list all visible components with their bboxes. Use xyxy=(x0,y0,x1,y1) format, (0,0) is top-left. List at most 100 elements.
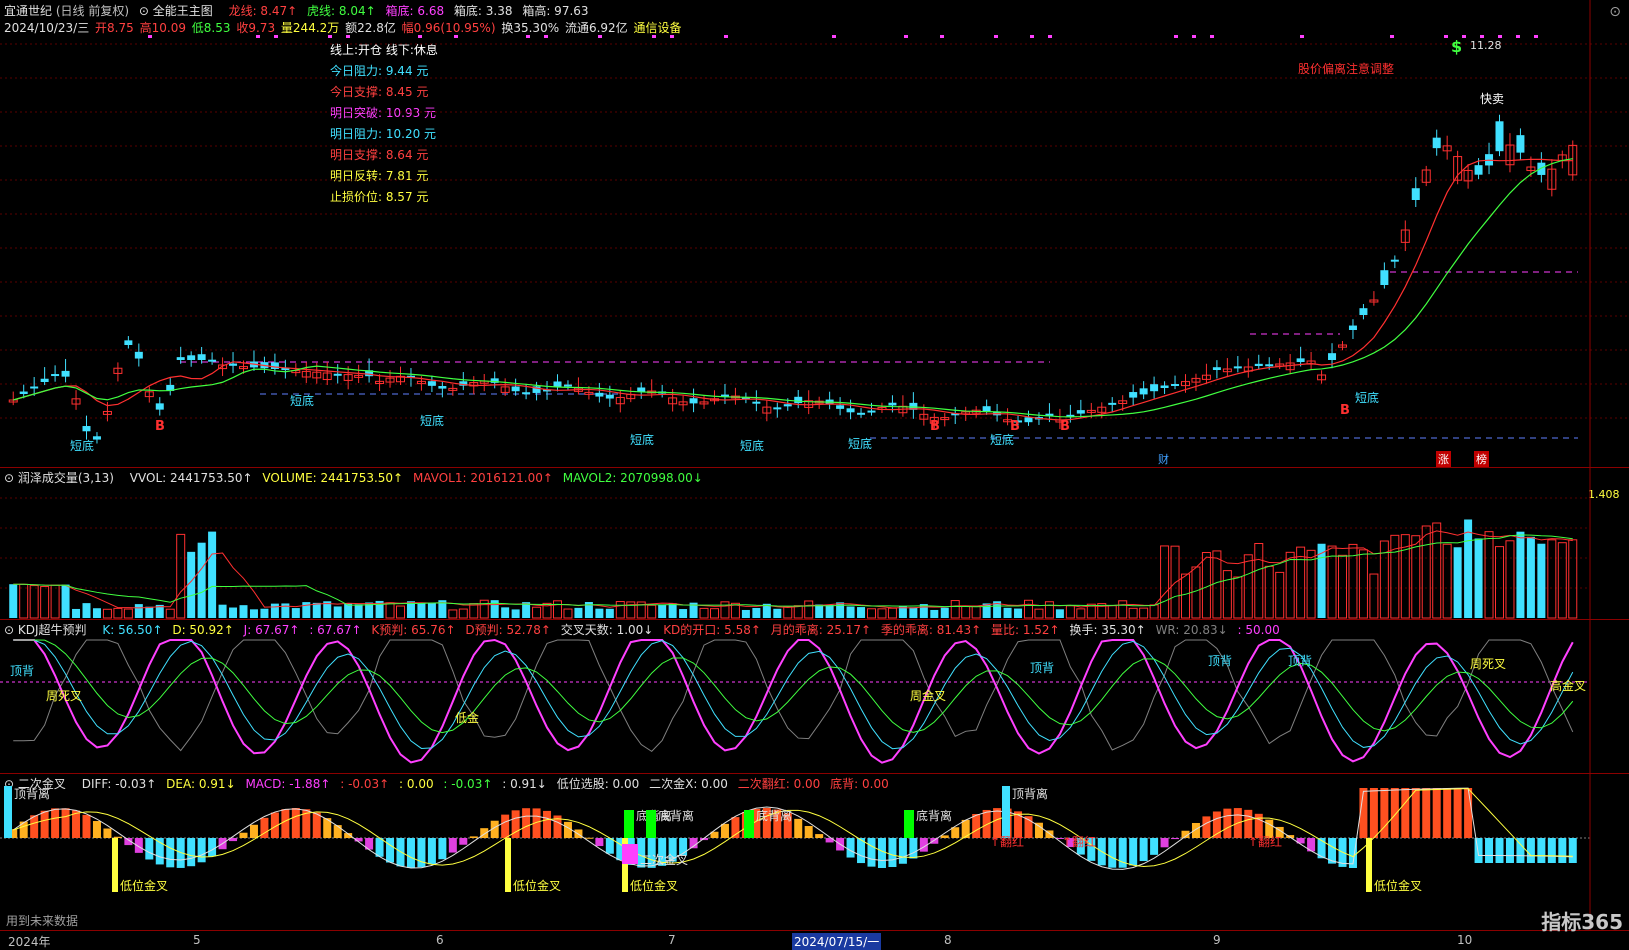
macd-bar xyxy=(543,810,552,838)
candle-body xyxy=(1296,358,1305,362)
candle-body xyxy=(40,378,49,382)
volume-bar xyxy=(1191,566,1201,619)
volume-bar xyxy=(1484,531,1494,619)
bang-badge[interactable]: 榜 xyxy=(1474,451,1489,467)
candle-body xyxy=(1129,392,1138,398)
volume-bar xyxy=(82,603,91,618)
volume-bar xyxy=(1233,576,1243,619)
macd-bar xyxy=(1422,788,1431,838)
date-label: 8 xyxy=(944,933,952,947)
macd-bar xyxy=(40,810,49,838)
flip-red-label: ↑翻红 xyxy=(990,834,1024,849)
signal-dot xyxy=(1462,35,1466,38)
volume-bar xyxy=(1024,599,1033,619)
short-bottom-label: 短底 xyxy=(848,436,872,451)
buy-signal: B xyxy=(1340,403,1350,418)
date-label: 6 xyxy=(436,933,444,947)
macd-bar xyxy=(1380,788,1389,838)
volume-bar xyxy=(940,607,949,618)
kdj-signal-label: 高金叉 xyxy=(1550,678,1586,693)
volume-bar xyxy=(1526,536,1535,618)
volume-bar xyxy=(1243,554,1253,619)
macd-panel[interactable]: ⊙ 二次金叉 DIFF: -0.03↑ DEA: 0.91↓ MACD: -1.… xyxy=(0,773,1629,931)
volume-bar xyxy=(836,602,845,618)
macd-bar xyxy=(993,808,1002,838)
candle-body xyxy=(637,387,646,392)
macd-bar xyxy=(249,824,258,838)
j-line xyxy=(13,638,1574,764)
low-gold-label: 低位金叉 xyxy=(630,878,678,893)
volume-bar xyxy=(92,608,101,618)
volume-bar xyxy=(1254,543,1264,619)
volume-bar xyxy=(1275,571,1285,619)
macd-bar xyxy=(877,838,886,868)
volume-bar xyxy=(239,605,248,618)
date-axis[interactable]: 2024年 5 6 7 2024/07/15/一 8 9 10 xyxy=(0,930,1629,950)
volume-bar xyxy=(72,608,81,618)
macd-bar xyxy=(1369,788,1378,838)
candle-body xyxy=(773,407,782,410)
candle-body xyxy=(563,384,572,387)
kdj-chart[interactable]: 顶背周死叉周死叉高金叉周金叉低金顶背 顶背 顶背 xyxy=(0,620,1629,774)
candle-body xyxy=(187,355,196,360)
candle-body xyxy=(124,340,133,346)
volume-bar xyxy=(1421,525,1431,619)
short-bottom-label: 短底 xyxy=(630,432,654,447)
macd-bar xyxy=(584,837,593,839)
volume-bar xyxy=(260,608,269,618)
dollar-icon: $ xyxy=(1451,37,1463,56)
candle-body xyxy=(1328,353,1337,360)
macd-bar xyxy=(1547,838,1556,863)
volume-bar xyxy=(752,607,761,618)
signal-dot xyxy=(1192,35,1196,38)
zhang-badge[interactable]: 涨 xyxy=(1436,451,1451,467)
kdj-signal-label: 顶背 xyxy=(1208,654,1232,668)
macd-bar xyxy=(386,838,395,863)
candle-body xyxy=(1348,325,1357,330)
macd-bar xyxy=(940,835,949,838)
macd-bar xyxy=(867,838,876,867)
bottom-divergence-bar xyxy=(744,810,754,838)
volume-panel[interactable]: ⊙ 润泽成交量(3,13) VVOL: 2441753.50↑ VOLUME: … xyxy=(0,467,1629,620)
volume-bar xyxy=(930,609,939,618)
macd-bar xyxy=(1411,788,1420,838)
candle-body xyxy=(1108,402,1117,405)
volume-bar xyxy=(448,609,458,619)
volume-bar xyxy=(61,584,70,618)
kdj-panel[interactable]: ⊙ KDJ超牛预判 K: 56.50↑ D: 50.92↑ J: 67.67↑ … xyxy=(0,619,1629,774)
kdj-signal-label: 顶背 xyxy=(1030,661,1054,675)
sell-label: 快卖 xyxy=(1480,92,1505,106)
ma-line-red xyxy=(13,158,1573,421)
volume-bar xyxy=(249,609,258,618)
second-gold-marker xyxy=(622,844,638,864)
volume-bar xyxy=(867,608,876,619)
signal-dot xyxy=(598,35,602,38)
kdj-signal-label: 顶背 xyxy=(10,664,34,678)
candle-body xyxy=(270,362,279,369)
volume-bar xyxy=(1285,551,1295,619)
volume-bar xyxy=(9,584,18,618)
volume-chart[interactable] xyxy=(0,468,1629,620)
main-chart-panel[interactable]: 宜通世纪 (日线 前复权) ⊙ 全能王主图 龙线: 8.47↑ 虎线: 8.04… xyxy=(0,0,1629,468)
volume-bar xyxy=(1358,549,1368,619)
signal-dot xyxy=(1174,35,1178,38)
volume-bar xyxy=(1044,601,1054,619)
volume-bar xyxy=(1516,531,1525,618)
date-label: 5 xyxy=(193,933,201,947)
macd-bar xyxy=(1223,808,1232,838)
macd-bar xyxy=(1464,788,1473,838)
date-label: 7 xyxy=(668,933,676,947)
candle-body xyxy=(30,386,39,389)
volume-bar xyxy=(40,586,50,619)
macd-bar xyxy=(720,823,729,838)
macd-chart[interactable]: 低位金叉低位金叉低位金叉低位金叉顶背离顶背离底背离底背离底背离底背离二次金叉↑翻… xyxy=(0,774,1629,931)
cai-badge[interactable]: 财 xyxy=(1158,451,1169,467)
macd-bar xyxy=(312,812,321,838)
macd-bar xyxy=(1202,816,1211,838)
signal-dot xyxy=(1300,35,1304,38)
volume-bar xyxy=(1034,608,1044,619)
signal-dot xyxy=(454,35,458,38)
ma-line-green xyxy=(13,158,1573,418)
signal-dot xyxy=(1444,35,1448,38)
short-bottom-label: 短底 xyxy=(1355,390,1379,405)
